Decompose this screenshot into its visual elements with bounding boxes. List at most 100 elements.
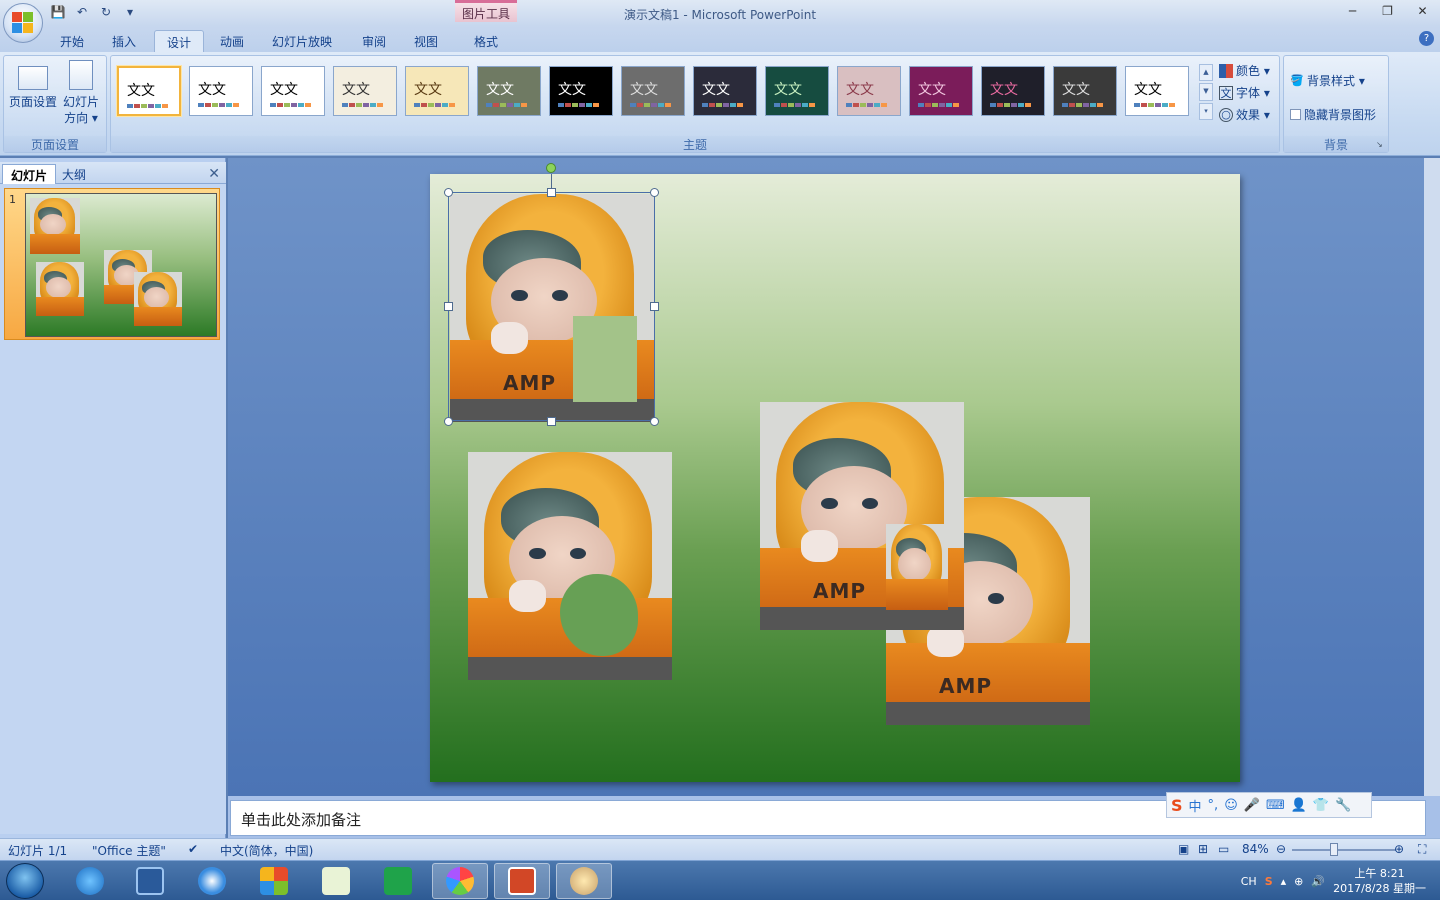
spell-check-icon[interactable]: ✔ bbox=[188, 842, 198, 856]
tab-review[interactable]: 审阅 bbox=[350, 30, 398, 52]
microphone-icon[interactable]: 🎤 bbox=[1244, 798, 1260, 813]
start-button[interactable] bbox=[6, 863, 44, 899]
resize-handle-se[interactable] bbox=[650, 417, 659, 426]
tab-home[interactable]: 开始 bbox=[48, 30, 96, 52]
theme-colors-button[interactable]: 颜色 ▾ bbox=[1219, 62, 1270, 79]
taskbar-bird[interactable] bbox=[308, 863, 364, 899]
picture-3[interactable]: AMP bbox=[760, 402, 964, 630]
restore-button[interactable]: ❐ bbox=[1370, 0, 1405, 22]
resize-handle-ne[interactable] bbox=[650, 188, 659, 197]
theme-fonts-button[interactable]: 文 字体 ▾ bbox=[1219, 84, 1270, 101]
help-icon[interactable]: ? bbox=[1419, 31, 1434, 46]
tools-icon[interactable]: 🔧 bbox=[1335, 798, 1351, 813]
theme-option-8[interactable]: 文文 bbox=[621, 66, 685, 116]
resize-handle-nw[interactable] bbox=[444, 188, 453, 197]
taskbar-sogou[interactable] bbox=[184, 863, 240, 899]
clock[interactable]: 上午 8:21 2017/8/28 星期一 bbox=[1333, 866, 1426, 896]
close-button[interactable]: ✕ bbox=[1405, 0, 1440, 22]
resize-handle-w[interactable] bbox=[444, 302, 453, 311]
normal-view-icon[interactable]: ▣ bbox=[1178, 842, 1189, 856]
zoom-in-icon[interactable]: ⊕ bbox=[1394, 842, 1404, 856]
gallery-more-icon[interactable]: ▾ bbox=[1199, 102, 1213, 120]
user-icon[interactable]: 👤 bbox=[1291, 798, 1307, 813]
tab-insert[interactable]: 插入 bbox=[100, 30, 148, 52]
slide-sorter-icon[interactable]: ⊞ bbox=[1198, 842, 1208, 856]
minimize-button[interactable]: ─ bbox=[1335, 0, 1370, 22]
theme-option-5[interactable]: 文文 bbox=[405, 66, 469, 116]
tab-slideshow[interactable]: 幻灯片放映 bbox=[260, 30, 344, 52]
ime-mode-chinese[interactable]: 中 bbox=[1189, 796, 1202, 815]
slide-count: 幻灯片 1/1 bbox=[8, 844, 68, 858]
close-icon[interactable]: ✕ bbox=[208, 166, 220, 182]
resize-handle-e[interactable] bbox=[650, 302, 659, 311]
fit-to-window-icon[interactable]: ⛶ bbox=[1418, 842, 1426, 857]
theme-option-1[interactable]: 文文 bbox=[117, 66, 181, 116]
theme-option-7[interactable]: 文文 bbox=[549, 66, 613, 116]
theme-effects-button[interactable]: ○ 效果 ▾ bbox=[1219, 106, 1270, 123]
background-styles-button[interactable]: 🪣 背景样式 ▾ bbox=[1290, 72, 1365, 89]
zoom-slider-thumb[interactable] bbox=[1330, 843, 1338, 856]
theme-option-13[interactable]: 文文 bbox=[981, 66, 1045, 116]
theme-option-15[interactable]: 文文 bbox=[1125, 66, 1189, 116]
gallery-up-icon[interactable]: ▲ bbox=[1199, 64, 1213, 82]
taskbar-green-app[interactable] bbox=[370, 863, 426, 899]
hide-background-graphics-checkbox[interactable]: 隐藏背景图形 bbox=[1290, 106, 1376, 123]
zoom-level[interactable]: 84% bbox=[1242, 842, 1269, 856]
taskbar-paint[interactable] bbox=[556, 863, 612, 899]
notes-pane: 单击此处添加备注 S 中 °, ☺ 🎤 ⌨ 👤 👕 🔧 bbox=[228, 792, 1440, 838]
tab-design[interactable]: 设计 bbox=[154, 30, 205, 52]
theme-option-10[interactable]: 文文 bbox=[765, 66, 829, 116]
page-setup-button[interactable]: 页面设置 bbox=[6, 60, 60, 110]
group-background: 🪣 背景样式 ▾ 隐藏背景图形 背景 ↘ bbox=[1283, 55, 1389, 153]
network-icon[interactable]: ⊕ bbox=[1294, 875, 1303, 888]
checkbox-icon bbox=[1290, 109, 1301, 120]
show-hidden-icons[interactable]: ▴ bbox=[1281, 875, 1287, 888]
picture-2[interactable] bbox=[468, 452, 672, 680]
theme-option-3[interactable]: 文文 bbox=[261, 66, 325, 116]
punctuation-icon[interactable]: °, bbox=[1208, 798, 1219, 813]
taskbar-photos[interactable] bbox=[432, 863, 488, 899]
theme-option-11[interactable]: 文文 bbox=[837, 66, 901, 116]
ime-toolbar: S 中 °, ☺ 🎤 ⌨ 👤 👕 🔧 bbox=[1166, 792, 1372, 818]
theme-option-12[interactable]: 文文 bbox=[909, 66, 973, 116]
sogou-tray-icon[interactable]: S bbox=[1265, 875, 1273, 888]
ribbon: 页面设置 幻灯片 方向 ▾ 页面设置 文文 文文 文文 文文 文文 文文 文文 文文 文文 文文文… bbox=[0, 52, 1440, 156]
vertical-scrollbar[interactable] bbox=[1424, 158, 1440, 796]
theme-option-14[interactable]: 文文 bbox=[1053, 66, 1117, 116]
emoji-icon[interactable]: ☺ bbox=[1224, 798, 1238, 813]
slide-thumbnail-item[interactable]: 1 bbox=[4, 188, 220, 340]
resize-handle-s[interactable] bbox=[547, 417, 556, 426]
theme-option-4[interactable]: 文文 bbox=[333, 66, 397, 116]
resize-handle-n[interactable] bbox=[547, 188, 556, 197]
zoom-out-icon[interactable]: ⊖ bbox=[1276, 842, 1286, 856]
theme-option-9[interactable]: 文文 bbox=[693, 66, 757, 116]
gallery-down-icon[interactable]: ▼ bbox=[1199, 83, 1213, 101]
taskbar-media[interactable] bbox=[122, 863, 178, 899]
taskbar-powerpoint[interactable] bbox=[494, 863, 550, 899]
input-language[interactable]: CH bbox=[1241, 875, 1257, 888]
slide-canvas[interactable]: AMP AMP AMP bbox=[430, 163, 1240, 782]
tab-animations[interactable]: 动画 bbox=[208, 30, 256, 52]
taskbar-store[interactable] bbox=[246, 863, 302, 899]
tab-outline[interactable]: 大纲 bbox=[54, 164, 94, 184]
taskbar-ie[interactable] bbox=[62, 863, 118, 899]
slide-thumbnail[interactable] bbox=[25, 193, 217, 337]
rotation-handle[interactable] bbox=[546, 163, 556, 173]
office-button[interactable] bbox=[3, 3, 43, 43]
skin-icon[interactable]: 👕 bbox=[1313, 798, 1329, 813]
keyboard-icon[interactable]: ⌨ bbox=[1266, 798, 1285, 813]
sogou-s-icon[interactable]: S bbox=[1171, 796, 1183, 815]
slideshow-view-icon[interactable]: ▭ bbox=[1218, 842, 1229, 856]
volume-icon[interactable]: 🔊 bbox=[1311, 875, 1325, 888]
dialog-launcher-icon[interactable]: ↘ bbox=[1376, 140, 1386, 150]
theme-option-2[interactable]: 文文 bbox=[189, 66, 253, 116]
tab-format[interactable]: 格式 bbox=[462, 30, 510, 52]
ribbon-tabs: 开始 插入 设计 动画 幻灯片放映 审阅 视图 格式 ? bbox=[0, 26, 1440, 52]
resize-handle-sw[interactable] bbox=[444, 417, 453, 426]
language-status[interactable]: 中文(简体，中国) bbox=[220, 842, 313, 859]
tab-view[interactable]: 视图 bbox=[402, 30, 450, 52]
slide-orientation-button[interactable]: 幻灯片 方向 ▾ bbox=[54, 60, 108, 126]
zoom-slider[interactable] bbox=[1292, 849, 1396, 851]
theme-option-6[interactable]: 文文 bbox=[477, 66, 541, 116]
tab-slides[interactable]: 幻灯片 bbox=[2, 164, 57, 184]
